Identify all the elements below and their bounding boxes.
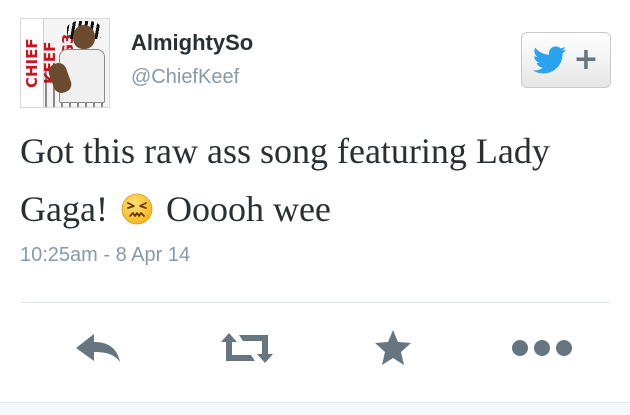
star-icon [375, 330, 411, 365]
ellipsis-icon [512, 340, 572, 356]
retweet-icon [221, 333, 273, 363]
confounded-face-emoji [121, 193, 153, 225]
reply-arrow-icon [76, 334, 120, 362]
tweet-timestamp[interactable]: 10:25am - 8 Apr 14 [20, 244, 190, 267]
display-name[interactable]: AlmightySo [131, 30, 253, 56]
tweet-text: Got this raw ass song featuring Lady Gag… [20, 122, 620, 238]
follow-plus-symbol: + [573, 42, 599, 77]
follow-button[interactable]: + [521, 32, 611, 88]
avatar[interactable]: CHIEF KEEF BANG3 [20, 18, 110, 108]
user-handle[interactable]: @ChiefKeef [131, 66, 239, 89]
album-cover-strip: CHIEF KEEF BANG3 [21, 19, 77, 107]
reply-button[interactable] [63, 320, 133, 376]
retweet-button[interactable] [212, 320, 282, 376]
more-button[interactable] [507, 320, 577, 376]
favorite-button[interactable] [358, 320, 428, 376]
bottom-divider-strip [0, 402, 630, 415]
avatar-figure-head [73, 25, 95, 49]
divider [20, 302, 610, 303]
twitter-bird-icon [533, 46, 567, 74]
tweet-action-bar [0, 320, 630, 376]
tweet-text-tail: Ooooh wee [165, 189, 331, 229]
album-cover-text: CHIEF KEEF BANG3 [23, 34, 77, 92]
